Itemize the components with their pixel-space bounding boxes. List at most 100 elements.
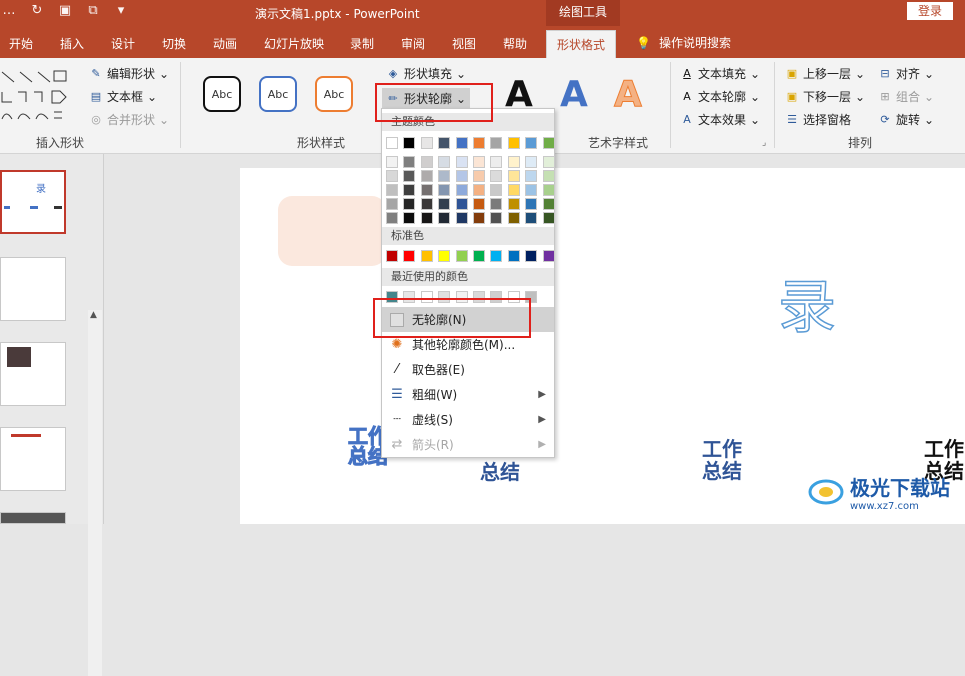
theme-color-swatch[interactable] bbox=[438, 137, 451, 149]
redo-icon[interactable]: ↻ bbox=[28, 3, 46, 18]
standard-color-swatch[interactable] bbox=[507, 250, 520, 262]
scroll-up-icon[interactable]: ▲ bbox=[90, 310, 97, 320]
selection-pane-button[interactable]: ☰ 选择窗格 bbox=[785, 111, 851, 128]
theme-shade-swatch[interactable] bbox=[525, 156, 538, 168]
theme-shade-swatch[interactable] bbox=[490, 212, 503, 224]
standard-color-swatch[interactable] bbox=[438, 250, 451, 262]
theme-shade-swatch[interactable] bbox=[542, 212, 555, 224]
theme-shade-swatch[interactable] bbox=[525, 184, 538, 196]
slide-thumbnail-2[interactable] bbox=[0, 257, 66, 321]
theme-shade-swatch[interactable] bbox=[438, 184, 451, 196]
theme-shade-swatch[interactable] bbox=[420, 184, 433, 196]
slide-thumbnail-1[interactable]: 录 bbox=[0, 170, 66, 234]
theme-shade-swatch[interactable] bbox=[420, 156, 433, 168]
slide-thumbnail-5[interactable] bbox=[0, 512, 66, 524]
tab-help[interactable]: 帮助 bbox=[503, 35, 527, 52]
rotate-button[interactable]: ⟳ 旋转 ⌄ bbox=[878, 111, 934, 128]
align-button[interactable]: ⊟ 对齐 ⌄ bbox=[878, 65, 934, 82]
theme-shade-swatch[interactable] bbox=[507, 184, 520, 196]
theme-shade-swatch[interactable] bbox=[455, 156, 468, 168]
tab-transitions[interactable]: 切换 bbox=[162, 35, 186, 52]
weight-item[interactable]: ☰ 粗细(W) ▶ bbox=[382, 382, 554, 407]
peach-shape[interactable] bbox=[278, 196, 386, 266]
eyedropper-item[interactable]: ⁄ 取色器(E) bbox=[382, 357, 554, 382]
theme-shade-swatch[interactable] bbox=[507, 156, 520, 168]
theme-shade-swatch[interactable] bbox=[420, 212, 433, 224]
theme-shade-swatch[interactable] bbox=[455, 198, 468, 210]
tab-home[interactable]: 开始 bbox=[9, 35, 33, 52]
theme-color-swatch[interactable] bbox=[507, 137, 520, 149]
merge-shapes-button[interactable]: ◎ 合并形状 ⌄ bbox=[89, 111, 169, 128]
style-sample-blue[interactable]: Abc bbox=[259, 76, 297, 112]
theme-shade-swatch[interactable] bbox=[490, 170, 503, 182]
theme-shade-swatch[interactable] bbox=[386, 170, 398, 182]
tab-insert[interactable]: 插入 bbox=[60, 35, 84, 52]
theme-shade-swatch[interactable] bbox=[403, 184, 416, 196]
text-fill-button[interactable]: A 文本填充 ⌄ bbox=[680, 65, 760, 82]
thumbnail-scrollbar[interactable]: ▲ bbox=[88, 310, 102, 676]
theme-shade-swatch[interactable] bbox=[438, 156, 451, 168]
theme-color-swatch[interactable] bbox=[490, 137, 503, 149]
text-effects-button[interactable]: A 文本效果 ⌄ bbox=[680, 111, 760, 128]
theme-shade-swatch[interactable] bbox=[473, 184, 485, 196]
send-backward-button[interactable]: ▣ 下移一层 ⌄ bbox=[785, 88, 865, 105]
theme-color-swatch[interactable] bbox=[542, 137, 555, 149]
theme-shade-swatch[interactable] bbox=[438, 212, 451, 224]
theme-shade-swatch[interactable] bbox=[455, 170, 468, 182]
theme-shade-swatch[interactable] bbox=[386, 212, 398, 224]
theme-shade-swatch[interactable] bbox=[542, 170, 555, 182]
tab-record[interactable]: 录制 bbox=[350, 35, 374, 52]
dialog-launcher-icon[interactable]: ⌟ bbox=[762, 138, 766, 148]
theme-shade-swatch[interactable] bbox=[438, 198, 451, 210]
standard-color-swatch[interactable] bbox=[386, 250, 398, 262]
present-icon[interactable]: ▣ bbox=[56, 3, 74, 18]
style-sample-black[interactable]: Abc bbox=[203, 76, 241, 112]
theme-shade-swatch[interactable] bbox=[525, 198, 538, 210]
theme-shade-swatch[interactable] bbox=[490, 156, 503, 168]
theme-shade-swatch[interactable] bbox=[386, 156, 398, 168]
tab-shape-format[interactable]: 形状格式 bbox=[546, 30, 617, 58]
slide-thumbnail-4[interactable] bbox=[0, 427, 66, 491]
slide[interactable]: 录 工作 总结 总结 工作 总结 工作 总结 bbox=[240, 168, 965, 524]
standard-color-swatch[interactable] bbox=[542, 250, 555, 262]
theme-shade-swatch[interactable] bbox=[473, 198, 485, 210]
theme-shade-swatch[interactable] bbox=[542, 156, 555, 168]
wordart-orange-sample[interactable]: A bbox=[614, 74, 643, 116]
theme-shade-swatch[interactable] bbox=[525, 170, 538, 182]
tab-design[interactable]: 设计 bbox=[111, 35, 135, 52]
theme-shade-swatch[interactable] bbox=[525, 212, 538, 224]
standard-color-swatch[interactable] bbox=[420, 250, 433, 262]
wordart-char[interactable]: 录 bbox=[777, 260, 837, 344]
theme-shade-swatch[interactable] bbox=[490, 198, 503, 210]
wordart-blue-sample[interactable]: A bbox=[560, 74, 588, 115]
tab-review[interactable]: 审阅 bbox=[401, 35, 425, 52]
standard-color-swatch[interactable] bbox=[403, 250, 416, 262]
standard-color-swatch[interactable] bbox=[473, 250, 485, 262]
theme-shade-swatch[interactable] bbox=[420, 198, 433, 210]
tab-animations[interactable]: 动画 bbox=[213, 35, 237, 52]
theme-color-swatch[interactable] bbox=[420, 137, 433, 149]
theme-color-swatch[interactable] bbox=[473, 137, 485, 149]
tell-me-search[interactable]: 💡 操作说明搜索 bbox=[636, 34, 731, 51]
standard-color-swatch[interactable] bbox=[525, 250, 538, 262]
group-button[interactable]: ⊞ 组合 ⌄ bbox=[878, 88, 934, 105]
theme-shade-swatch[interactable] bbox=[455, 212, 468, 224]
standard-color-swatch[interactable] bbox=[490, 250, 503, 262]
login-button[interactable]: 登录 bbox=[907, 2, 953, 20]
tab-slideshow[interactable]: 幻灯片放映 bbox=[264, 35, 324, 52]
theme-color-swatch[interactable] bbox=[403, 137, 416, 149]
theme-shade-swatch[interactable] bbox=[507, 170, 520, 182]
text-box-button[interactable]: ▤ 文本框 ⌄ bbox=[89, 88, 157, 105]
theme-shade-swatch[interactable] bbox=[473, 170, 485, 182]
theme-shade-swatch[interactable] bbox=[473, 156, 485, 168]
slide-word-2[interactable]: 总结 bbox=[480, 456, 520, 485]
theme-shade-swatch[interactable] bbox=[420, 170, 433, 182]
shape-gallery[interactable] bbox=[0, 64, 72, 126]
theme-shade-swatch[interactable] bbox=[386, 184, 398, 196]
theme-shade-swatch[interactable] bbox=[507, 198, 520, 210]
theme-shade-swatch[interactable] bbox=[542, 184, 555, 196]
tab-view[interactable]: 视图 bbox=[452, 35, 476, 52]
theme-color-swatch[interactable] bbox=[386, 137, 398, 149]
text-outline-button[interactable]: A 文本轮廓 ⌄ bbox=[680, 88, 760, 105]
arrows-item[interactable]: ⇄ 箭头(R) ▶ bbox=[382, 432, 554, 457]
